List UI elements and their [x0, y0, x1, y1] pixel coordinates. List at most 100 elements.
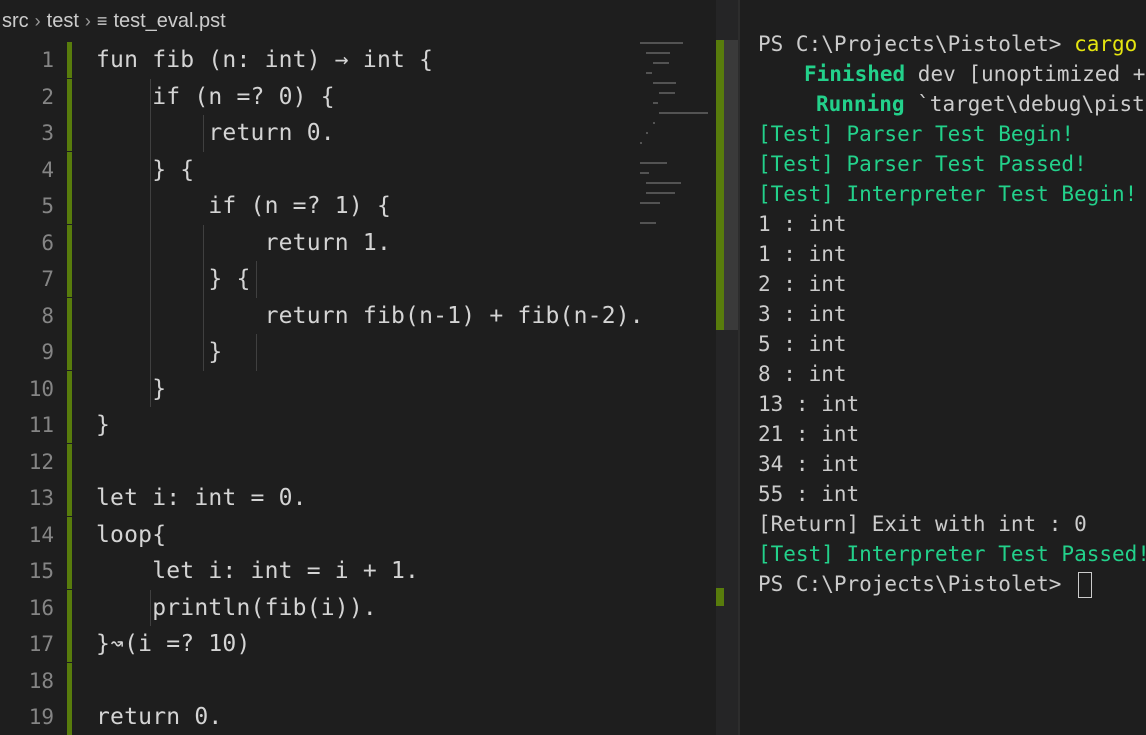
- minimap-line: [659, 112, 708, 114]
- gutter-change-marker: [67, 188, 72, 224]
- code-text: } {: [96, 266, 251, 292]
- indent-guide: [256, 334, 257, 371]
- line-number: 14: [28, 522, 54, 547]
- indent-guide: [150, 78, 151, 407]
- gutter-change-marker: [67, 589, 72, 626]
- code-line[interactable]: 6 return 1.: [0, 224, 716, 261]
- line-number: 5: [41, 194, 54, 218]
- terminal-output-line: 1 : int: [758, 212, 847, 236]
- minimap-line: [646, 72, 652, 74]
- terminal-output-line: 34 : int: [758, 452, 860, 476]
- terminal-output-line: 21 : int: [758, 422, 860, 446]
- code-text: }↝(i =? 10): [96, 631, 251, 657]
- code-line[interactable]: 16 println(fib(i)).: [0, 589, 716, 626]
- code-line[interactable]: 13 let i: int = 0.: [0, 480, 716, 516]
- minimap-line: [646, 182, 681, 184]
- gutter-change-marker: [67, 443, 72, 480]
- line-number: 1: [41, 48, 54, 72]
- line-number: 6: [41, 230, 54, 255]
- terminal-line-finished: Finished dev [unoptimized + debuginfo]: [804, 62, 1146, 86]
- code-line[interactable]: 7 } {: [0, 261, 716, 297]
- code-line[interactable]: 8 return fib(n-1) + fib(n-2).: [0, 297, 716, 334]
- code-line[interactable]: 15 let i: int = i + 1.: [0, 553, 716, 589]
- gutter-change-marker: [67, 334, 72, 370]
- minimap-line: [646, 192, 676, 194]
- breadcrumb-src[interactable]: src: [2, 10, 29, 33]
- change-marker: [716, 588, 724, 606]
- line-number: 11: [28, 413, 54, 437]
- minimap-line: [652, 62, 669, 64]
- code-text: }: [96, 412, 111, 438]
- line-number: 7: [41, 267, 54, 291]
- terminal-passed-line: [Test] Interpreter Test Passed!: [758, 542, 1146, 566]
- terminal-test-line: [Test] Interpreter Test Begin!: [758, 182, 1138, 206]
- line-number: 16: [28, 595, 54, 620]
- gutter-change-marker: [67, 370, 72, 407]
- terminal-output-line: 13 : int: [758, 392, 860, 416]
- minimap-line: [646, 132, 649, 134]
- minimap[interactable]: [636, 40, 718, 260]
- gutter-change-marker: [67, 699, 72, 735]
- list-lines-icon: ≡: [96, 10, 108, 31]
- gutter-change-marker: [67, 42, 72, 78]
- terminal-output-line: 8 : int: [758, 362, 847, 386]
- indent-guide: [203, 224, 204, 371]
- minimap-line: [640, 42, 684, 44]
- terminal-line-running: Running `target\debug\pistolet.exe`: [816, 92, 1146, 116]
- code-line[interactable]: 14 loop{: [0, 516, 716, 553]
- code-line[interactable]: 19 return 0.: [0, 699, 716, 735]
- line-number: 3: [41, 121, 54, 145]
- code-text: return 0.: [96, 704, 223, 730]
- code-line[interactable]: 4 } {: [0, 151, 716, 188]
- code-line[interactable]: 18: [0, 662, 716, 699]
- indent-guide: [150, 589, 151, 626]
- line-number: 4: [41, 157, 54, 182]
- line-number: 2: [41, 84, 54, 109]
- breadcrumb-file[interactable]: test_eval.pst: [113, 10, 225, 33]
- code-line[interactable]: 2 if (n =? 0) {: [0, 78, 716, 115]
- code-line[interactable]: 11}: [0, 407, 716, 443]
- code-text: fun fib (n: int) → int {: [96, 47, 434, 73]
- indent-guide: [256, 261, 257, 298]
- line-number: 15: [28, 559, 54, 583]
- gutter-change-marker: [67, 78, 72, 115]
- minimap-line: [640, 162, 667, 164]
- terminal-output-line: 3 : int: [758, 302, 847, 326]
- gutter-change-marker: [67, 115, 72, 151]
- line-number: 8: [41, 303, 54, 328]
- minimap-line: [659, 92, 676, 94]
- minimap-line: [640, 222, 657, 224]
- code-line[interactable]: 17}↝(i =? 10): [0, 626, 716, 662]
- code-text: loop{: [96, 521, 167, 548]
- code-line[interactable]: 5 if (n =? 1) {: [0, 188, 716, 224]
- minimap-line: [652, 102, 659, 104]
- line-number: 13: [28, 486, 54, 510]
- code-text: let i: int = i + 1.: [96, 558, 420, 584]
- line-number: 18: [28, 668, 54, 693]
- terminal-output-line: 1 : int: [758, 242, 847, 266]
- line-number: 19: [28, 705, 54, 729]
- chevron-right-icon: ›: [34, 10, 41, 31]
- minimap-line: [640, 172, 649, 174]
- terminal-panel[interactable]: PS C:\Projects\Pistolet> cargo run Finis…: [740, 0, 1146, 735]
- code-text: if (n =? 1) {: [96, 193, 391, 219]
- gutter-change-marker: [67, 553, 72, 589]
- code-text: }: [96, 375, 167, 402]
- breadcrumb-test[interactable]: test: [47, 10, 79, 33]
- code-text: } {: [96, 156, 195, 183]
- code-line[interactable]: 3 return 0.: [0, 115, 716, 151]
- code-editor[interactable]: src › test › ≡ test_eval.pst 1 fun fib (n…: [0, 0, 738, 735]
- code-line[interactable]: 10 }: [0, 370, 716, 407]
- code-line[interactable]: 9 }: [0, 334, 716, 370]
- line-number: 9: [41, 340, 54, 364]
- minimap-line: [640, 142, 642, 144]
- terminal-final-prompt[interactable]: PS C:\Projects\Pistolet>: [758, 569, 1093, 599]
- code-text: return 0.: [96, 120, 335, 146]
- minimap-line: [640, 202, 660, 204]
- code-line[interactable]: 1 fun fib (n: int) → int {: [0, 42, 716, 78]
- code-text: if (n =? 0) {: [96, 83, 335, 110]
- code-text: return fib(n-1) + fib(n-2).: [96, 302, 644, 329]
- code-text: let i: int = 0.: [96, 485, 307, 511]
- indent-guide: [203, 115, 204, 152]
- code-line[interactable]: 12: [0, 443, 716, 480]
